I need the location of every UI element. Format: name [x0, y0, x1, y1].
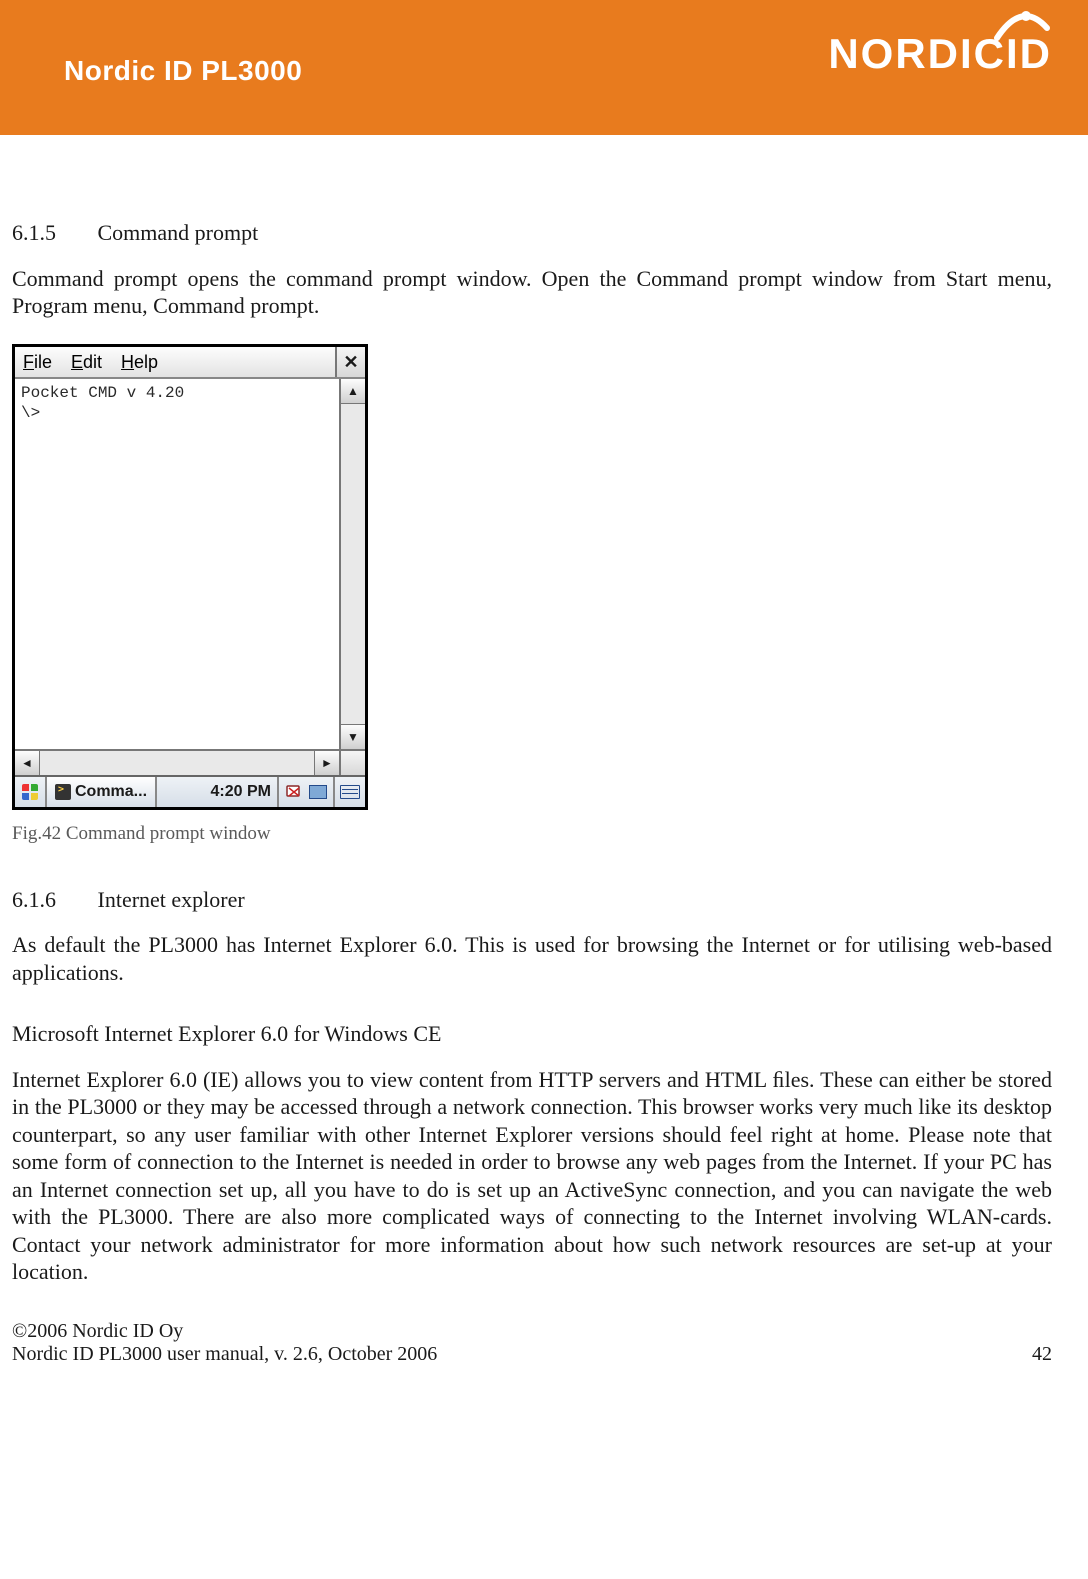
- scroll-up-button[interactable]: ▲: [341, 379, 365, 404]
- taskbar-task-command-prompt[interactable]: Comma...: [47, 777, 157, 807]
- footer-copyright: ©2006 Nordic ID Oy: [12, 1320, 437, 1343]
- section-615-number: 6.1.5: [12, 219, 92, 247]
- console-output[interactable]: Pocket CMD v 4.20 \>: [15, 379, 339, 749]
- tray-status-icon[interactable]: [285, 783, 303, 801]
- menu-edit-label: dit: [83, 352, 102, 372]
- ce-menubar: File Edit Help ✕: [15, 347, 365, 380]
- scroll-left-button[interactable]: ◄: [15, 751, 40, 775]
- start-button[interactable]: [15, 777, 47, 807]
- figure-command-prompt-window: File Edit Help ✕ Pocket CMD v 4.20 \> ▲ …: [12, 344, 368, 811]
- horizontal-scrollbar[interactable]: ◄ ►: [15, 749, 365, 775]
- section-615-heading: 6.1.5 Command prompt: [12, 219, 1052, 247]
- section-616-heading: 6.1.6 Internet explorer: [12, 886, 1052, 914]
- msie-heading: Microsoft Internet Explorer 6.0 for Wind…: [12, 1020, 1052, 1048]
- keyboard-icon: [340, 785, 360, 799]
- section-615-paragraph: Command prompt opens the command prompt …: [12, 265, 1052, 320]
- menubar-spacer: [169, 347, 335, 378]
- menu-edit[interactable]: Edit: [63, 347, 113, 378]
- section-616-number: 6.1.6: [12, 886, 92, 914]
- chevron-down-icon: ▼: [347, 730, 359, 745]
- show-desktop-icon: [309, 785, 327, 799]
- taskbar-desktop[interactable]: [309, 777, 333, 807]
- windows-flag-icon: [22, 784, 38, 800]
- msie-paragraph: Internet Explorer 6.0 (IE) allows you to…: [12, 1066, 1052, 1286]
- close-button[interactable]: ✕: [335, 347, 365, 378]
- close-icon: ✕: [343, 351, 358, 374]
- chevron-up-icon: ▲: [347, 384, 359, 399]
- scroll-right-button[interactable]: ►: [314, 751, 341, 775]
- menu-help[interactable]: Help: [113, 347, 169, 378]
- chevron-left-icon: ◄: [21, 756, 33, 771]
- doc-header-title: Nordic ID PL3000: [64, 55, 302, 87]
- brand-logo: NORDICID: [828, 30, 1052, 78]
- vertical-scroll-track[interactable]: [341, 404, 365, 724]
- section-616-title: Internet explorer: [98, 887, 245, 912]
- scroll-down-button[interactable]: ▼: [341, 724, 365, 749]
- console-line-2: \>: [21, 403, 333, 423]
- taskbar-tray: [277, 777, 309, 807]
- footer-docline: Nordic ID PL3000 user manual, v. 2.6, Oc…: [12, 1343, 437, 1366]
- scrollbar-corner: [341, 751, 365, 775]
- section-615-title: Command prompt: [98, 220, 259, 245]
- horizontal-scroll-track[interactable]: [40, 751, 314, 775]
- brand-logo-text: NORDICID: [828, 30, 1052, 78]
- taskbar-clock: 4:20 PM: [205, 777, 277, 807]
- vertical-scrollbar[interactable]: ▲ ▼: [339, 379, 365, 749]
- footer-page-number: 42: [1032, 1343, 1052, 1366]
- figure-caption: Fig.42 Command prompt window: [12, 822, 1052, 846]
- ce-taskbar: Comma... 4:20 PM: [15, 775, 365, 807]
- sip-button[interactable]: [333, 777, 365, 807]
- taskbar-spacer: [157, 777, 205, 807]
- command-prompt-icon: [55, 784, 71, 800]
- menu-file[interactable]: File: [15, 347, 63, 378]
- doc-header: Nordic ID PL3000 NORDICID: [0, 0, 1088, 135]
- section-616-paragraph: As default the PL3000 has Internet Explo…: [12, 931, 1052, 986]
- page-footer: ©2006 Nordic ID Oy Nordic ID PL3000 user…: [0, 1320, 1088, 1386]
- menu-file-label: ile: [34, 352, 52, 372]
- taskbar-task-label: Comma...: [75, 782, 147, 802]
- chevron-right-icon: ►: [321, 756, 333, 771]
- menu-help-label: elp: [134, 352, 158, 372]
- console-line-1: Pocket CMD v 4.20: [21, 383, 333, 403]
